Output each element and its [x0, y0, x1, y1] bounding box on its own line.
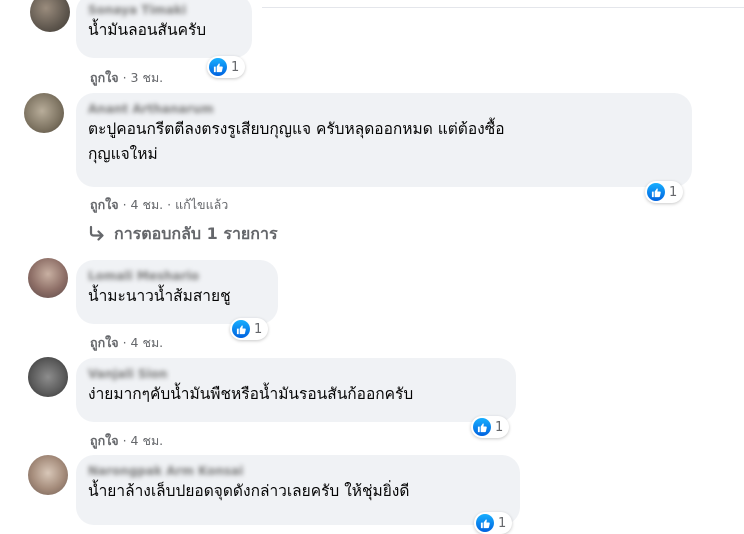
reaction-count[interactable]: 1 — [207, 56, 246, 78]
avatar[interactable] — [28, 455, 68, 495]
reaction-count-value: 1 — [495, 419, 504, 435]
like-icon — [647, 183, 665, 201]
meta-separator: · — [122, 433, 127, 448]
like-link[interactable]: ถูกใจ — [90, 197, 119, 212]
reaction-count-value: 1 — [669, 184, 678, 200]
comment-author[interactable]: Lomali Meshario — [88, 268, 266, 284]
comment-text: น้ำมะนาวน้ำส้มสายชู — [88, 287, 231, 305]
comment-meta: ถูกใจ · 4 ชม. — [90, 333, 163, 353]
edited-label[interactable]: แก้ไขแล้ว — [175, 197, 228, 212]
like-icon — [232, 320, 250, 338]
like-link[interactable]: ถูกใจ — [90, 433, 119, 448]
like-icon — [473, 418, 491, 436]
meta-separator: · — [122, 70, 127, 85]
avatar[interactable] — [28, 258, 68, 298]
reply-arrow-icon — [88, 225, 106, 245]
comment-time[interactable]: 4 ชม. — [131, 335, 164, 350]
like-icon — [209, 58, 227, 76]
reaction-count-value: 1 — [498, 515, 507, 531]
comment-text: ง่ายมากๆคับน้ำมันพืชหรือน้ำมันรอนสันก้ออ… — [88, 385, 414, 403]
comment-time[interactable]: 4 ชม. — [131, 197, 164, 212]
like-icon — [476, 514, 494, 532]
avatar[interactable] — [28, 357, 68, 397]
comment-text-line: ตะปูคอนกรีตตีลงตรงรูเสียบกุญแจ ครับหลุดอ… — [88, 120, 505, 138]
like-link[interactable]: ถูกใจ — [90, 70, 119, 85]
divider — [262, 7, 744, 8]
avatar[interactable] — [24, 93, 64, 133]
meta-separator: · — [122, 197, 127, 212]
view-replies-link[interactable]: การตอบกลับ 1 รายการ — [88, 222, 278, 247]
comment-text-line: กุญแจใหม่ — [88, 145, 158, 163]
comment-bubble: Sonaya Timaki น้ำมันลอนสันครับ — [76, 0, 252, 58]
comment-author[interactable]: Narongpak Arm Konsai — [88, 463, 508, 479]
comment-meta: ถูกใจ · 4 ชม. · แก้ไขแล้ว — [90, 195, 228, 215]
comment-time[interactable]: 3 ชม. — [131, 70, 164, 85]
comment-bubble: Narongpak Arm Konsai น้ำยาล้างเล็บปยอดจุ… — [76, 455, 520, 525]
meta-separator: · — [122, 335, 127, 350]
reaction-count-value: 1 — [254, 321, 263, 337]
comment-meta: ถูกใจ · 4 ชม. — [90, 431, 163, 451]
comment-bubble: Lomali Meshario น้ำมะนาวน้ำส้มสายชู — [76, 260, 278, 324]
meta-separator: · — [167, 197, 172, 212]
reaction-count[interactable]: 1 — [471, 416, 510, 438]
reaction-count[interactable]: 1 — [230, 318, 269, 340]
comment-time[interactable]: 4 ชม. — [131, 433, 164, 448]
view-replies-label: การตอบกลับ 1 รายการ — [114, 224, 278, 243]
avatar[interactable] — [30, 0, 70, 32]
comment-bubble: Vanjali Sion ง่ายมากๆคับน้ำมันพืชหรือน้ำ… — [76, 358, 516, 422]
comment-text: น้ำมันลอนสันครับ — [88, 21, 207, 39]
comment-meta: ถูกใจ · 3 ชม. — [90, 68, 163, 88]
comment-text: น้ำยาล้างเล็บปยอดจุดดังกล่าวเลยครับ ให้ช… — [88, 482, 410, 500]
comment-author[interactable]: Vanjali Sion — [88, 366, 504, 382]
comment-bubble: Anant Arthanarum ตะปูคอนกรีตตีลงตรงรูเสี… — [76, 93, 692, 187]
comment-author[interactable]: Sonaya Timaki — [88, 2, 240, 18]
comment-author[interactable]: Anant Arthanarum — [88, 101, 680, 117]
reaction-count-value: 1 — [231, 59, 240, 75]
reaction-count[interactable]: 1 — [474, 512, 513, 534]
like-link[interactable]: ถูกใจ — [90, 335, 119, 350]
reaction-count[interactable]: 1 — [645, 181, 684, 203]
